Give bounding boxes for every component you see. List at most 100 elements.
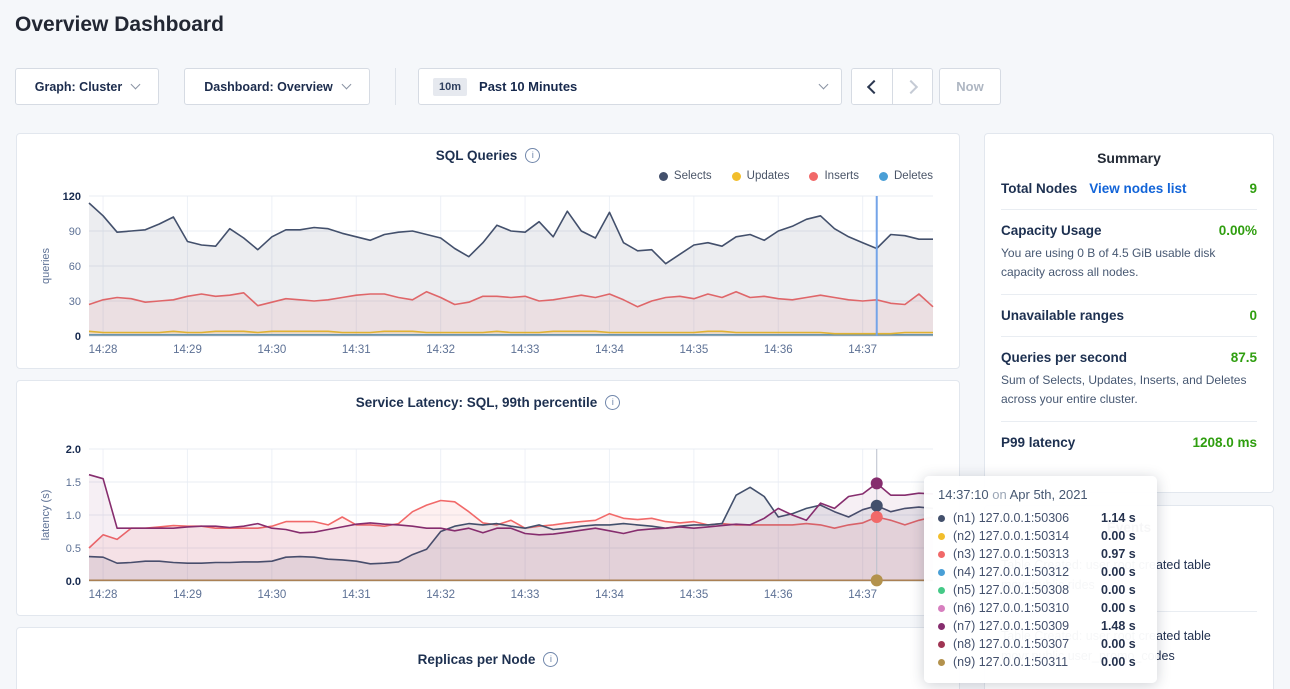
summary-row: Capacity Usage0.00%You are using 0 B of … (1001, 210, 1257, 295)
tooltip-node-address: (n1) 127.0.0.1:50306 (953, 511, 1095, 525)
legend-dot (809, 172, 818, 181)
sql-queries-title: SQL Queries (436, 148, 518, 163)
view-nodes-list-link[interactable]: View nodes list (1089, 181, 1186, 196)
time-range-dropdown[interactable]: 10m Past 10 Minutes (418, 68, 842, 105)
tooltip-node-address: (n7) 127.0.0.1:50309 (953, 619, 1095, 633)
legend-item-updates[interactable]: Updates (732, 170, 790, 182)
tooltip-node-row: (n8) 127.0.0.1:50307 0.00 s (938, 635, 1143, 653)
x-tick-label: 14:36 (764, 589, 793, 601)
node-color-dot (938, 515, 945, 522)
summary-panel: Summary Total NodesView nodes list9Capac… (984, 133, 1274, 493)
node-color-dot (938, 587, 945, 594)
x-tick-label: 14:34 (595, 589, 624, 601)
tooltip-node-address: (n9) 127.0.0.1:50311 (953, 655, 1095, 669)
legend-dot (659, 172, 668, 181)
y-axis-label: queries (40, 247, 52, 284)
y-tick-label: 60 (69, 261, 81, 273)
chevron-right-icon (903, 79, 917, 93)
time-range-label: Past 10 Minutes (479, 79, 577, 94)
crosshair-dot (871, 511, 883, 523)
legend-dot (879, 172, 888, 181)
summary-row-value: 87.5 (1231, 350, 1257, 365)
summary-row-label: Unavailable ranges (1001, 308, 1124, 323)
summary-row: Queries per second87.5Sum of Selects, Up… (1001, 337, 1257, 422)
legend-item-inserts[interactable]: Inserts (809, 170, 859, 182)
tooltip-node-value: 0.97 s (1101, 547, 1136, 561)
crosshair-dot (871, 574, 883, 586)
service-latency-chart[interactable]: 14:2814:2914:3014:3114:3214:3314:3414:35… (33, 413, 945, 603)
tooltip-node-row: (n2) 127.0.0.1:503140.00 s (938, 527, 1143, 545)
summary-row-value: 0.00% (1219, 223, 1257, 238)
graph-dropdown[interactable]: Graph: Cluster (15, 68, 159, 105)
x-tick-label: 14:29 (173, 589, 202, 601)
legend-label: Deletes (894, 170, 933, 182)
x-tick-label: 14:32 (426, 344, 455, 356)
info-icon[interactable] (605, 395, 620, 410)
replicas-per-node-title: Replicas per Node (418, 652, 536, 667)
y-axis-label: latency (s) (40, 490, 52, 541)
tooltip-node-address: (n2) 127.0.0.1:50314 (953, 529, 1095, 543)
chart-hover-tooltip: 14:37:10 on Apr 5th, 2021 (n1) 127.0.0.1… (924, 476, 1157, 683)
next-range-button[interactable] (892, 69, 932, 104)
tooltip-node-value: 0.00 s (1101, 583, 1136, 597)
tooltip-node-address: (n5) 127.0.0.1:50308 (953, 583, 1095, 597)
sql-queries-chart[interactable]: 14:2814:2914:3014:3114:3214:3314:3414:35… (33, 186, 945, 358)
node-color-dot (938, 569, 945, 576)
legend-item-deletes[interactable]: Deletes (879, 170, 933, 182)
tooltip-node-row: (n6) 127.0.0.1:503100.00 s (938, 599, 1143, 617)
x-tick-label: 14:32 (426, 589, 455, 601)
tooltip-node-row: (n9) 127.0.0.1:50311 0.00 s (938, 653, 1143, 671)
tooltip-timestamp: 14:37:10 on Apr 5th, 2021 (938, 487, 1143, 502)
legend-label: Updates (747, 170, 790, 182)
summary-row-label: Capacity Usage (1001, 223, 1102, 238)
summary-row-value: 0 (1249, 308, 1257, 323)
tooltip-node-value: 0.00 s (1101, 565, 1136, 579)
x-tick-label: 14:29 (173, 344, 202, 356)
node-color-dot (938, 551, 945, 558)
overview-dashboard-page: Overview Dashboard Graph: Cluster Dashbo… (0, 0, 1290, 689)
x-tick-label: 14:34 (595, 344, 624, 356)
tooltip-node-row: (n7) 127.0.0.1:503091.48 s (938, 617, 1143, 635)
y-tick-label: 2.0 (66, 444, 81, 456)
x-tick-label: 14:28 (89, 344, 118, 356)
node-color-dot (938, 605, 945, 612)
legend-item-selects[interactable]: Selects (659, 170, 712, 182)
chevron-left-icon (867, 79, 881, 93)
info-icon[interactable] (525, 148, 540, 163)
x-tick-label: 14:28 (89, 589, 118, 601)
tooltip-node-address: (n3) 127.0.0.1:50313 (953, 547, 1095, 561)
summary-row: Unavailable ranges 0 (1001, 295, 1257, 337)
x-tick-label: 14:35 (679, 344, 708, 356)
node-color-dot (938, 623, 945, 630)
y-tick-label: 30 (69, 296, 81, 308)
tooltip-node-row: (n5) 127.0.0.1:50308 0.00 s (938, 581, 1143, 599)
tooltip-node-address: (n8) 127.0.0.1:50307 (953, 637, 1095, 651)
x-tick-label: 14:31 (342, 589, 371, 601)
dashboard-dropdown[interactable]: Dashboard: Overview (184, 68, 370, 105)
toolbar: Graph: Cluster Dashboard: Overview 10m P… (0, 68, 1290, 106)
summary-row-label: Total Nodes (1001, 181, 1077, 196)
x-tick-label: 14:33 (511, 589, 540, 601)
replicas-per-node-panel: Replicas per Node (16, 627, 960, 689)
summary-row-value: 1208.0 ms (1192, 435, 1257, 450)
chevron-down-icon (341, 80, 351, 90)
y-tick-label: 90 (69, 226, 81, 238)
tooltip-node-address: (n6) 127.0.0.1:50310 (953, 601, 1095, 615)
tooltip-node-row: (n1) 127.0.0.1:50306 1.14 s (938, 509, 1143, 527)
chevron-down-icon (131, 80, 141, 90)
info-icon[interactable] (543, 652, 558, 667)
legend-label: Inserts (824, 170, 859, 182)
tooltip-node-value: 1.14 s (1101, 511, 1136, 525)
tooltip-node-value: 0.00 s (1101, 637, 1136, 651)
tooltip-node-row: (n3) 127.0.0.1:50313 0.97 s (938, 545, 1143, 563)
summary-row-value: 9 (1249, 181, 1257, 196)
x-tick-label: 14:36 (764, 344, 793, 356)
prev-range-button[interactable] (852, 69, 892, 104)
crosshair-dot (871, 500, 883, 512)
legend-label: Selects (674, 170, 712, 182)
tooltip-node-value: 0.00 s (1101, 655, 1136, 669)
time-range-arrows (851, 68, 933, 105)
now-button[interactable]: Now (939, 68, 1001, 105)
sql-queries-legend: Selects Updates Inserts Deletes (33, 166, 943, 186)
y-tick-label: 0 (75, 331, 81, 343)
